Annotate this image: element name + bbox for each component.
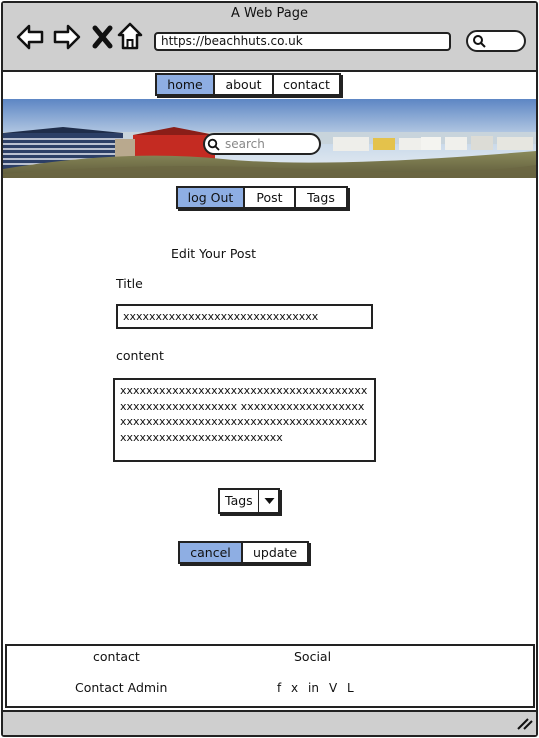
top-nav: home about contact: [155, 73, 341, 96]
content-textarea[interactable]: xxxxxxxxxxxxxxxxxxxxxxxxxxxxxxxxxxxxxxxx…: [113, 378, 376, 462]
title-label: Title: [116, 276, 143, 291]
back-arrow-icon[interactable]: [15, 22, 45, 52]
page-footer: [5, 644, 535, 708]
title-input[interactable]: xxxxxxxxxxxxxxxxxxxxxxxxxxxxxx: [116, 304, 373, 329]
social-link-x[interactable]: x: [291, 681, 298, 695]
close-x-icon[interactable]: [88, 22, 118, 52]
resize-grip-icon[interactable]: [515, 715, 533, 731]
search-icon: [207, 138, 220, 151]
form-actions: cancel update: [178, 541, 309, 564]
content-label: content: [116, 348, 164, 363]
social-link-l[interactable]: L: [347, 681, 354, 695]
form-heading: Edit Your Post: [171, 246, 256, 261]
chevron-down-icon[interactable]: [258, 488, 280, 514]
forward-arrow-icon[interactable]: [52, 22, 82, 52]
social-link-linkedin[interactable]: in: [308, 681, 319, 695]
nav-about[interactable]: about: [214, 73, 273, 96]
footer-social-heading: Social: [294, 649, 332, 664]
sub-nav: log Out Post Tags: [176, 186, 348, 209]
browser-search-button[interactable]: [466, 30, 526, 52]
subnav-logout[interactable]: log Out: [176, 186, 244, 209]
hero-search-input[interactable]: search: [203, 133, 321, 155]
window-title: A Web Page: [231, 6, 308, 21]
nav-home[interactable]: home: [155, 73, 214, 96]
url-bar[interactable]: https://beachhuts.co.uk: [154, 32, 451, 51]
contact-admin-link[interactable]: Contact Admin: [75, 680, 167, 695]
subnav-post[interactable]: Post: [244, 186, 295, 209]
subnav-tags[interactable]: Tags: [295, 186, 348, 209]
search-icon: [473, 35, 486, 48]
update-button[interactable]: update: [242, 541, 309, 564]
footer-contact-heading: contact: [93, 649, 140, 664]
social-link-facebook[interactable]: f: [277, 681, 281, 695]
home-icon[interactable]: [115, 21, 145, 51]
nav-contact[interactable]: contact: [273, 73, 341, 96]
browser-status-bar: [3, 710, 536, 735]
social-link-v[interactable]: V: [329, 681, 337, 695]
cancel-button[interactable]: cancel: [178, 541, 242, 564]
